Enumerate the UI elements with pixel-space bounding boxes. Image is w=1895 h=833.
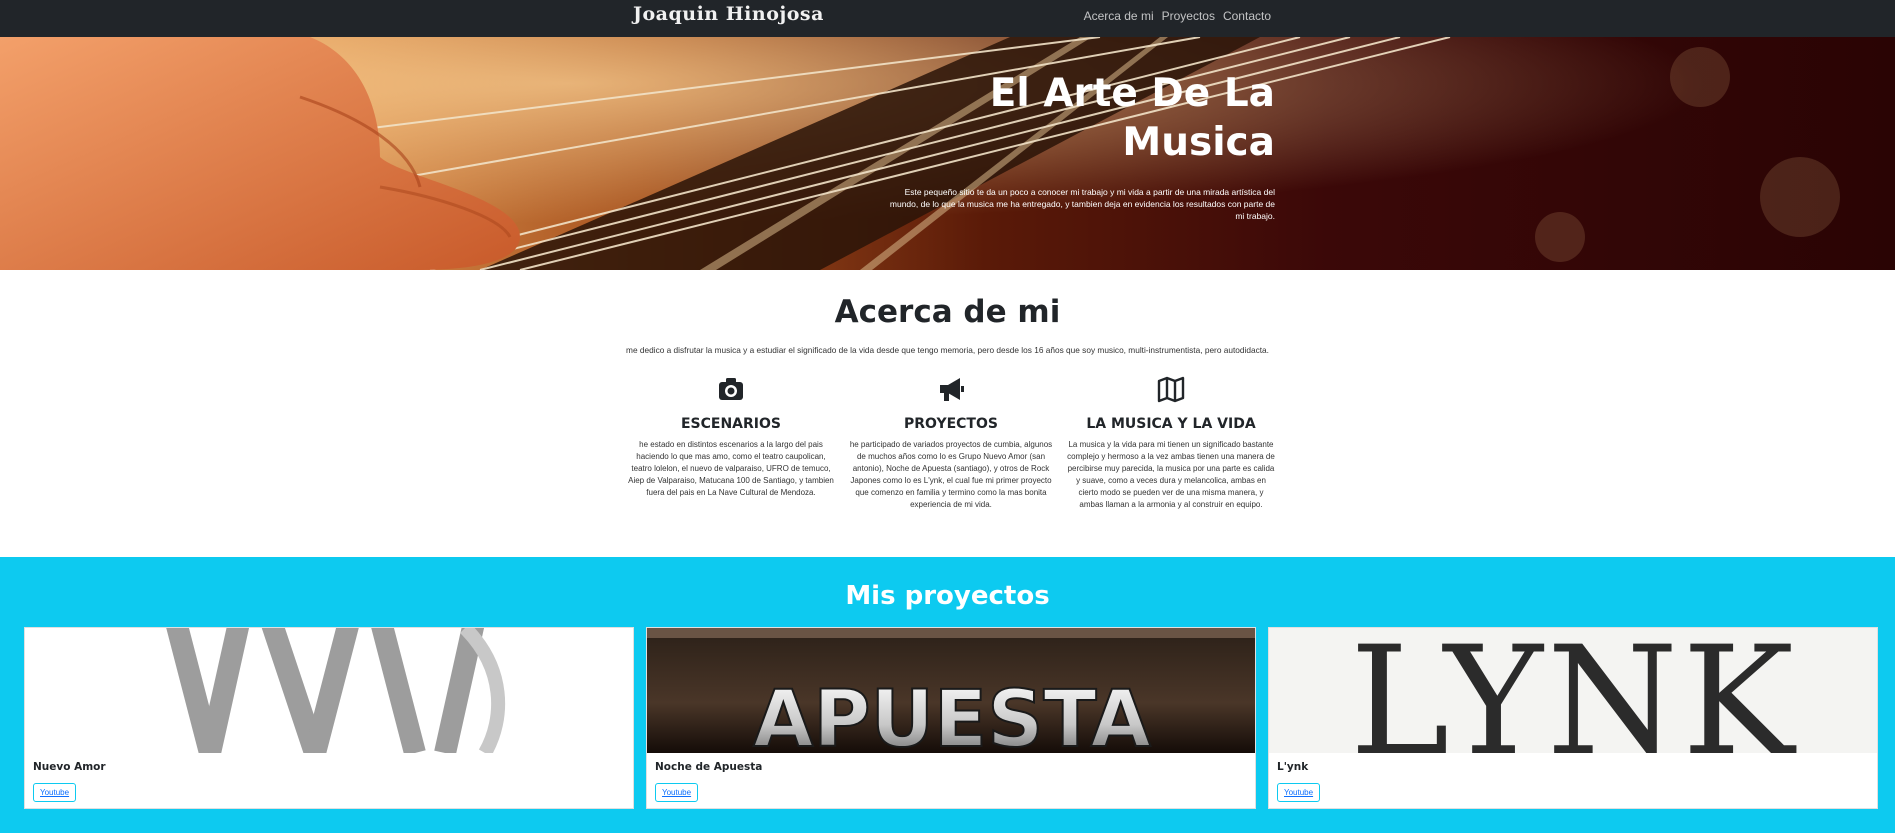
- hero-section: El Arte De La Musica Este pequeño sitio …: [0, 37, 1895, 270]
- project-image-nuevo-amor[interactable]: [25, 628, 634, 753]
- feature-proyectos: PROYECTOS he participado de variados pro…: [847, 374, 1055, 511]
- feature-title: ESCENARIOS: [680, 416, 781, 432]
- youtube-button[interactable]: Youtube: [1277, 783, 1321, 802]
- card-image-text: APUESTA: [753, 675, 1151, 753]
- nav-link-acerca[interactable]: Acerca de mi: [1084, 9, 1154, 23]
- feature-text: La musica y la vida para mi tienen un si…: [1067, 440, 1275, 509]
- card-image-text: LYNK: [1350, 628, 1798, 753]
- project-card-nuevo-amor: Nuevo Amor Youtube: [24, 627, 634, 809]
- project-card-lynk: LYNK L'ynk Youtube: [1268, 627, 1878, 809]
- hero-description: Este pequeño sitio te da un poco a conoc…: [889, 187, 1275, 221]
- project-image-lynk[interactable]: LYNK: [1269, 628, 1878, 753]
- hero-title: El Arte De La Musica: [989, 71, 1275, 165]
- about-intro: me dedico a disfrutar la musica y a estu…: [626, 345, 1269, 355]
- feature-escenarios: ESCENARIOS he estado en distintos escena…: [627, 374, 835, 499]
- youtube-button[interactable]: Youtube: [33, 783, 77, 802]
- brand-logo[interactable]: Joaquin Hinojosa: [633, 3, 824, 25]
- megaphone-icon: [940, 378, 964, 401]
- camera-icon: [719, 378, 743, 400]
- map-icon: [1157, 376, 1185, 403]
- projects-section: Mis proyectos Nuevo Amor Youtube APUESTA…: [0, 557, 1895, 833]
- about-section: Acerca de mi me dedico a disfrutar la mu…: [0, 270, 1895, 557]
- youtube-button[interactable]: Youtube: [655, 783, 699, 802]
- navbar: Joaquin Hinojosa Acerca de mi Proyectos …: [0, 0, 1895, 37]
- feature-title: LA MUSICA Y LA VIDA: [1086, 416, 1256, 432]
- feature-text: he estado en distintos escenarios a la l…: [628, 440, 834, 497]
- project-image-noche-apuesta[interactable]: APUESTA: [647, 628, 1256, 753]
- projects-title: Mis proyectos: [845, 581, 1050, 611]
- project-card-noche-apuesta: APUESTA Noche de Apuesta Youtube: [646, 627, 1256, 809]
- nav-link-proyectos[interactable]: Proyectos: [1162, 9, 1215, 23]
- card-title: Nuevo Amor: [33, 761, 106, 773]
- feature-text: he participado de variados proyectos de …: [849, 440, 1053, 509]
- nav-links: Acerca de mi Proyectos Contacto: [1084, 9, 1271, 23]
- feature-musica-vida: LA MUSICA Y LA VIDA La musica y la vida …: [1067, 374, 1275, 511]
- nav-link-contacto[interactable]: Contacto: [1223, 9, 1271, 23]
- feature-title: PROYECTOS: [904, 416, 998, 432]
- about-title: Acerca de mi: [834, 294, 1061, 330]
- card-title: Noche de Apuesta: [655, 761, 763, 773]
- card-title: L'ynk: [1277, 761, 1309, 773]
